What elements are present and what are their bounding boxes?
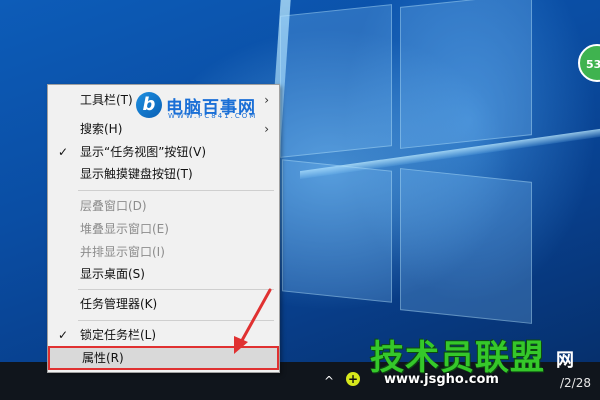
check-icon: ✓ bbox=[58, 328, 69, 342]
tray-clock[interactable]: /2/28 bbox=[560, 376, 591, 390]
menu-item-label: 堆叠显示窗口(E) bbox=[80, 222, 169, 236]
menu-item-show-task-view[interactable]: ✓ 显示“任务视图”按钮(V) bbox=[48, 141, 279, 163]
arrow-head bbox=[234, 336, 248, 354]
menu-item-label: 显示触摸键盘按钮(T) bbox=[80, 167, 193, 181]
window-pane bbox=[280, 4, 392, 158]
watermark-site-net: 网 bbox=[556, 350, 574, 371]
menu-separator bbox=[78, 190, 274, 191]
window-pane bbox=[400, 0, 532, 149]
tray-app-icon[interactable]: + bbox=[346, 372, 360, 386]
menu-item-side-by-side: 并排显示窗口(I) bbox=[48, 241, 279, 263]
menu-item-label: 并排显示窗口(I) bbox=[80, 245, 165, 259]
menu-item-label: 显示桌面(S) bbox=[80, 267, 145, 281]
menu-item-label: 锁定任务栏(L) bbox=[80, 328, 157, 342]
menu-item-label: 搜索(H) bbox=[80, 122, 123, 136]
window-pane bbox=[282, 159, 392, 303]
menu-item-label: 层叠窗口(D) bbox=[80, 199, 147, 213]
arrow-shaft bbox=[238, 288, 272, 346]
logo-url: WWW.PC841.COM bbox=[168, 112, 258, 120]
floating-badge[interactable]: 53 bbox=[578, 44, 600, 82]
menu-item-stack-windows: 堆叠显示窗口(E) bbox=[48, 218, 279, 240]
tray-expand-icon[interactable]: ^ bbox=[324, 374, 334, 388]
menu-item-label: 任务管理器(K) bbox=[80, 297, 158, 311]
check-icon: ✓ bbox=[58, 145, 69, 159]
menu-item-show-touch-keyboard[interactable]: 显示触摸键盘按钮(T) bbox=[48, 163, 279, 185]
menu-item-label: 属性(R) bbox=[82, 351, 124, 365]
menu-item-label: 显示“任务视图”按钮(V) bbox=[80, 145, 207, 159]
menu-item-show-desktop[interactable]: 显示桌面(S) bbox=[48, 263, 279, 285]
annotation-arrow-icon bbox=[234, 288, 272, 354]
menu-item-cascade-windows: 层叠窗口(D) bbox=[48, 195, 279, 217]
menu-item-label: 工具栏(T) bbox=[80, 93, 133, 107]
window-pane bbox=[400, 168, 532, 324]
watermark-site-url: www.jsgho.com bbox=[384, 372, 499, 387]
logo-mark-icon: b bbox=[136, 92, 162, 118]
watermark-logo: b 电脑百事网 WWW.PC841.COM bbox=[136, 92, 276, 122]
